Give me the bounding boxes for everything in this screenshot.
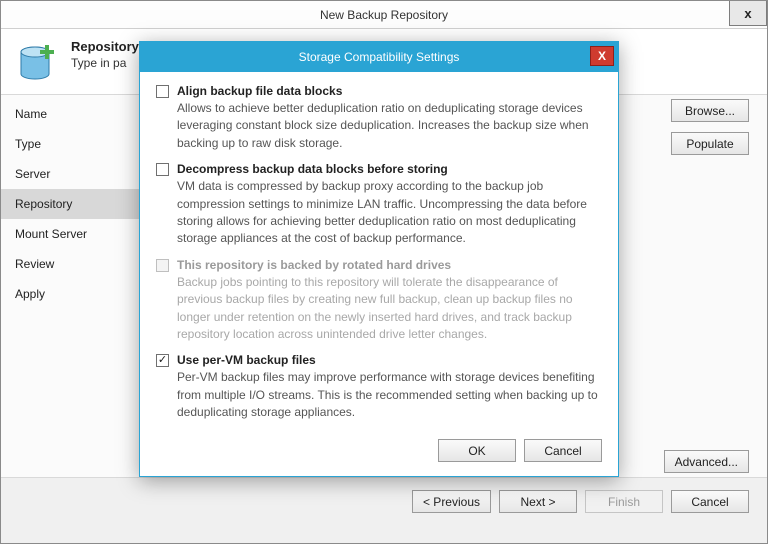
- option-decompress: Decompress backup data blocks before sto…: [156, 162, 602, 248]
- next-button[interactable]: Next >: [499, 490, 577, 513]
- header-title: Repository: [71, 39, 139, 54]
- checkbox-align[interactable]: [156, 85, 169, 98]
- sidebar-item-server[interactable]: Server: [1, 159, 160, 189]
- option-align: Align backup file data blocks Allows to a…: [156, 84, 602, 152]
- option-rotated: This repository is backed by rotated har…: [156, 258, 602, 344]
- cancel-button[interactable]: Cancel: [671, 490, 749, 513]
- wizard-footer: < Previous Next > Finish Cancel: [1, 477, 767, 525]
- backup-repository-window: New Backup Repository x Repository Type …: [0, 0, 768, 544]
- populate-button[interactable]: Populate: [671, 132, 749, 155]
- advanced-button[interactable]: Advanced...: [664, 450, 749, 473]
- option-pervm: Use per-VM backup files Per-VM backup fil…: [156, 353, 602, 421]
- close-icon: x: [744, 6, 751, 21]
- checkbox-pervm[interactable]: [156, 354, 169, 367]
- window-title: New Backup Repository: [320, 8, 448, 22]
- sidebar-item-review[interactable]: Review: [1, 249, 160, 279]
- wizard-sidebar: NameTypeServerRepositoryMount ServerRevi…: [1, 95, 161, 477]
- sidebar-item-repository[interactable]: Repository: [1, 189, 160, 219]
- dialog-title: Storage Compatibility Settings: [299, 50, 460, 64]
- browse-button[interactable]: Browse...: [671, 99, 749, 122]
- sidebar-item-type[interactable]: Type: [1, 129, 160, 159]
- option-desc-align: Allows to achieve better deduplication r…: [177, 100, 602, 152]
- dialog-body: Align backup file data blocks Allows to a…: [140, 72, 618, 476]
- storage-compat-dialog: Storage Compatibility Settings X Align b…: [139, 41, 619, 477]
- repository-icon: [15, 39, 61, 85]
- window-titlebar: New Backup Repository x: [1, 1, 767, 29]
- sidebar-item-apply[interactable]: Apply: [1, 279, 160, 309]
- checkbox-rotated: [156, 259, 169, 272]
- dialog-ok-button[interactable]: OK: [438, 439, 516, 462]
- finish-button: Finish: [585, 490, 663, 513]
- window-close-button[interactable]: x: [729, 1, 767, 26]
- option-desc-decompress: VM data is compressed by backup proxy ac…: [177, 178, 602, 248]
- option-label-pervm[interactable]: Use per-VM backup files: [177, 353, 316, 367]
- option-desc-rotated: Backup jobs pointing to this repository …: [177, 274, 602, 344]
- checkbox-decompress[interactable]: [156, 163, 169, 176]
- option-desc-pervm: Per-VM backup files may improve performa…: [177, 369, 602, 421]
- sidebar-item-name[interactable]: Name: [1, 99, 160, 129]
- close-icon: X: [598, 49, 606, 63]
- option-label-rotated: This repository is backed by rotated har…: [177, 258, 451, 272]
- previous-button[interactable]: < Previous: [412, 490, 491, 513]
- sidebar-item-mount-server[interactable]: Mount Server: [1, 219, 160, 249]
- option-label-decompress[interactable]: Decompress backup data blocks before sto…: [177, 162, 448, 176]
- dialog-cancel-button[interactable]: Cancel: [524, 439, 602, 462]
- dialog-titlebar: Storage Compatibility Settings X: [140, 42, 618, 72]
- option-label-align[interactable]: Align backup file data blocks: [177, 84, 342, 98]
- dialog-close-button[interactable]: X: [590, 46, 614, 66]
- header-subtitle: Type in pa: [71, 56, 139, 70]
